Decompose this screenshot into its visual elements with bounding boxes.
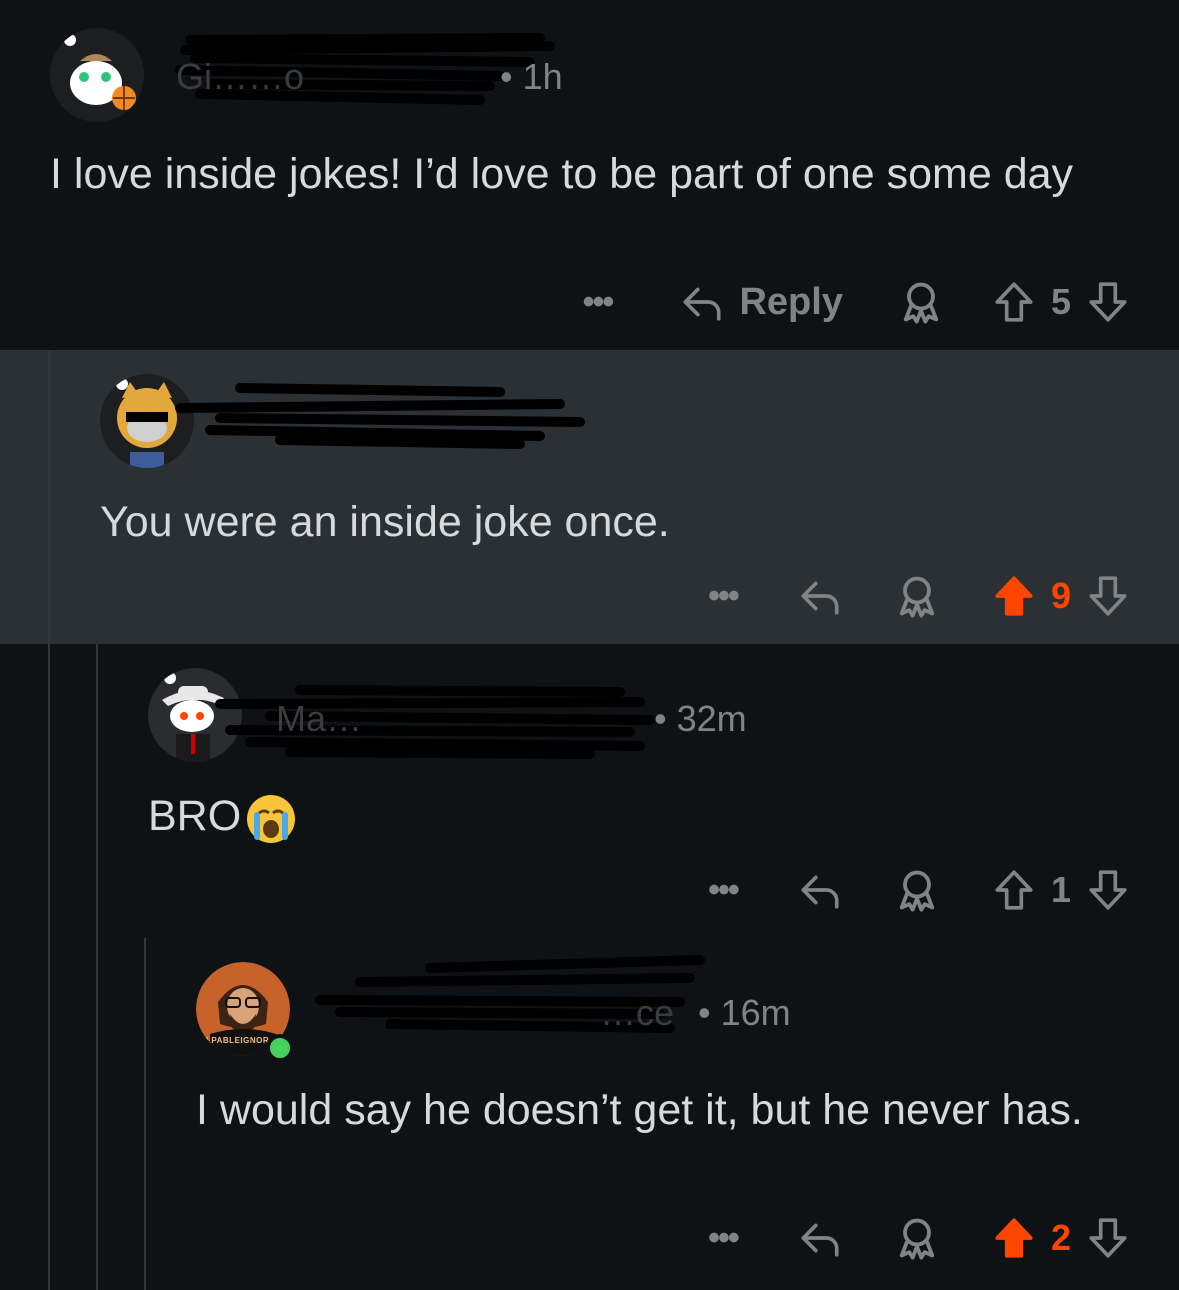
reply-arrow-icon[interactable] xyxy=(797,867,843,913)
comment-time: • 32m xyxy=(654,698,747,739)
vote-count: 5 xyxy=(1050,281,1071,322)
comment-time: • 1h xyxy=(500,56,563,97)
upvote-arrow-icon[interactable] xyxy=(991,573,1037,619)
crying-emoji-icon xyxy=(245,793,297,845)
downvote-arrow-icon[interactable] xyxy=(1085,573,1131,619)
comment-actions: ••• 2 xyxy=(693,1208,1131,1268)
reply-arrow-icon[interactable] xyxy=(797,573,843,619)
online-status-dot xyxy=(266,1034,294,1062)
upvote-arrow-icon[interactable] xyxy=(991,279,1037,325)
comment-actions: ••• 9 xyxy=(693,566,1131,626)
comment-actions: ••• 1 xyxy=(693,860,1131,920)
comment-body: I love inside jokes! I’d love to be part… xyxy=(50,150,1074,198)
reply-button[interactable]: Reply xyxy=(679,279,843,325)
comment-time: • 16m xyxy=(698,992,791,1033)
vote-count: 1 xyxy=(1050,869,1071,910)
more-dots-icon[interactable]: ••• xyxy=(567,283,627,322)
downvote-arrow-icon[interactable] xyxy=(1085,1215,1131,1261)
redaction-scribble xyxy=(215,685,655,759)
reply-arrow-icon[interactable] xyxy=(797,1215,843,1261)
snoo-avatar-icon[interactable] xyxy=(50,28,144,122)
comment-username[interactable]: Gi……o xyxy=(176,56,304,98)
comment-username[interactable]: …ce xyxy=(600,992,674,1034)
award-icon[interactable] xyxy=(897,278,945,326)
avatar-label: LPABLEIGNORA xyxy=(206,1036,276,1045)
comment-body: You were an inside joke once. xyxy=(100,498,670,546)
comment-username[interactable]: Ma… xyxy=(276,698,362,740)
downvote-arrow-icon[interactable] xyxy=(1085,279,1131,325)
comment-actions: ••• Reply 5 xyxy=(567,272,1131,332)
upvote-arrow-icon[interactable] xyxy=(991,867,1037,913)
thread-line[interactable] xyxy=(96,644,98,1290)
award-icon[interactable] xyxy=(893,1214,941,1262)
more-dots-icon[interactable]: ••• xyxy=(693,1219,753,1258)
upvote-arrow-icon[interactable] xyxy=(991,1215,1037,1261)
award-icon[interactable] xyxy=(893,866,941,914)
award-icon[interactable] xyxy=(893,572,941,620)
redaction-scribble xyxy=(175,383,585,449)
comment-body: BRO xyxy=(148,790,297,845)
thread-line[interactable] xyxy=(48,350,50,1290)
vote-count: 9 xyxy=(1050,575,1071,616)
vote-count: 2 xyxy=(1050,1217,1071,1258)
downvote-arrow-icon[interactable] xyxy=(1085,867,1131,913)
more-dots-icon[interactable]: ••• xyxy=(693,871,753,910)
thread-line[interactable] xyxy=(144,938,146,1290)
more-dots-icon[interactable]: ••• xyxy=(693,577,753,616)
reply-arrow-icon xyxy=(679,279,725,325)
comment-body: I would say he doesn’t get it, but he ne… xyxy=(196,1086,1083,1134)
